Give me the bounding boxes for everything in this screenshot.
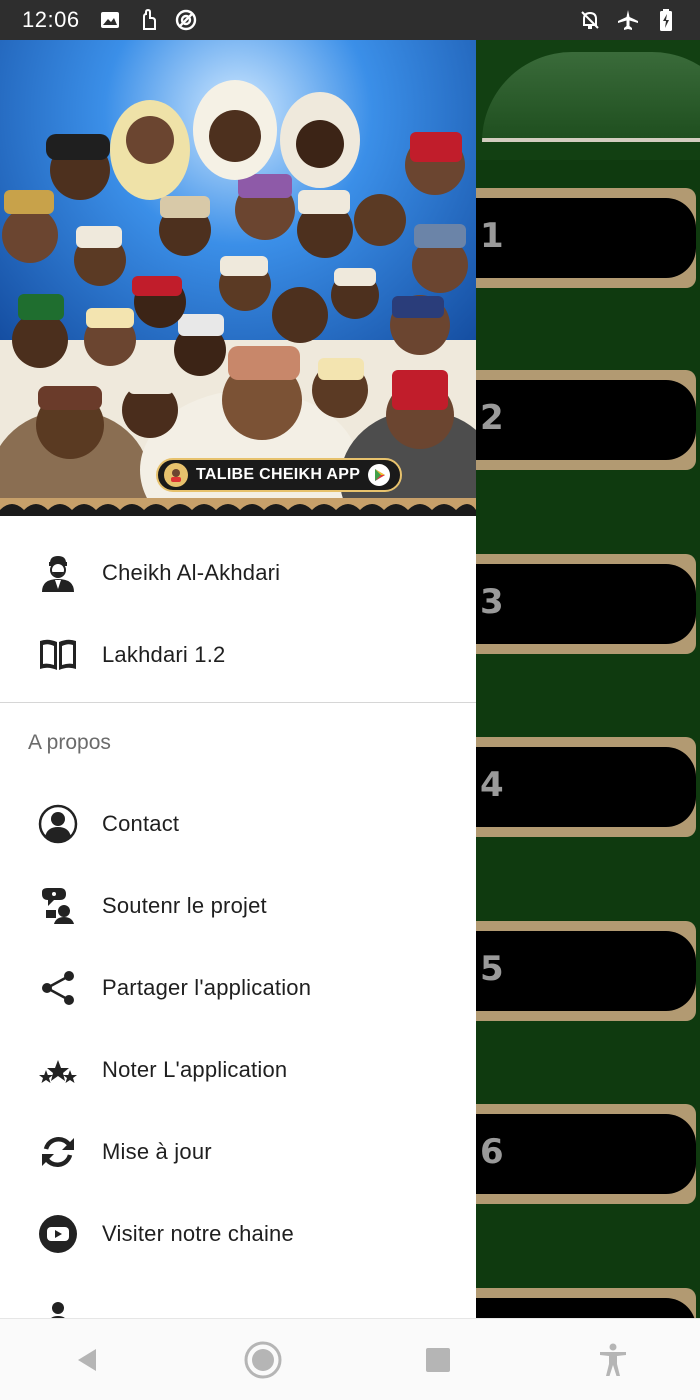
menu-item-partial[interactable] — [0, 1275, 476, 1318]
youtube-icon — [36, 1212, 80, 1256]
share-icon — [36, 966, 80, 1010]
recents-icon[interactable] — [408, 1330, 468, 1390]
status-left-icons — [98, 8, 198, 32]
hand-icon — [136, 8, 160, 32]
app-logo-icon — [164, 463, 188, 487]
status-right-icons — [578, 8, 678, 32]
app-badge: TALIBE CHEIKH APP — [156, 458, 403, 492]
menu-item-share[interactable]: Partager l'application — [0, 947, 476, 1029]
person-icon — [36, 1294, 80, 1318]
menu-item-label: Lakhdari 1.2 — [102, 642, 226, 667]
status-time: 12:06 — [22, 7, 80, 32]
system-navigation-bar — [0, 1318, 700, 1400]
back-icon[interactable] — [58, 1330, 118, 1390]
accessibility-icon[interactable] — [583, 1330, 643, 1390]
menu-item-label: Visiter notre chaine — [102, 1221, 294, 1246]
menu-item-update[interactable]: Mise à jour — [0, 1111, 476, 1193]
menu-item-label: Mise à jour — [102, 1139, 212, 1164]
scholar-icon — [36, 551, 80, 595]
menu-item-youtube[interactable]: Visiter notre chaine — [0, 1193, 476, 1275]
refresh-icon — [36, 1130, 80, 1174]
menu-item-support[interactable]: Soutenr le projet — [0, 865, 476, 947]
airplane-icon — [616, 8, 640, 32]
menu-item-label: Noter L'application — [102, 1057, 288, 1082]
menu-item-label: Soutenr le projet — [102, 893, 267, 918]
navigation-drawer: TALIBE CHEIKH APP Cheikh Al-Akhdari Lakh… — [0, 40, 476, 1318]
section-title-about: A propos — [28, 731, 111, 754]
menu-item-rate[interactable]: Noter L'application — [0, 1029, 476, 1111]
drawer-scrim[interactable] — [476, 40, 700, 1320]
person-circle-icon — [36, 802, 80, 846]
battery-charging-icon — [654, 8, 678, 32]
sync-disabled-icon — [174, 8, 198, 32]
menu-item-lakhdari[interactable]: Lakhdari 1.2 — [0, 614, 476, 696]
app-badge-text: TALIBE CHEIKH APP — [196, 466, 361, 483]
support-icon — [36, 884, 80, 928]
drawer-header-image: TALIBE CHEIKH APP — [0, 40, 476, 516]
book-icon — [36, 633, 80, 677]
scholars-collage-image — [0, 40, 476, 516]
menu-item-label: Contact — [102, 811, 180, 836]
stars-icon — [36, 1048, 80, 1092]
status-bar: 12:06 — [0, 0, 700, 40]
home-icon[interactable] — [233, 1330, 293, 1390]
play-store-icon — [368, 464, 391, 486]
drawer-menu: Cheikh Al-Akhdari Lakhdari 1.2 A propos … — [0, 516, 476, 1318]
menu-item-label: Partager l'application — [102, 975, 312, 1000]
notifications-off-icon — [578, 8, 602, 32]
menu-item-contact[interactable]: Contact — [0, 783, 476, 865]
menu-item-cheikh-al-akhdari[interactable]: Cheikh Al-Akhdari — [0, 532, 476, 614]
menu-item-label: Cheikh Al-Akhdari — [102, 560, 281, 585]
image-icon — [98, 8, 122, 32]
